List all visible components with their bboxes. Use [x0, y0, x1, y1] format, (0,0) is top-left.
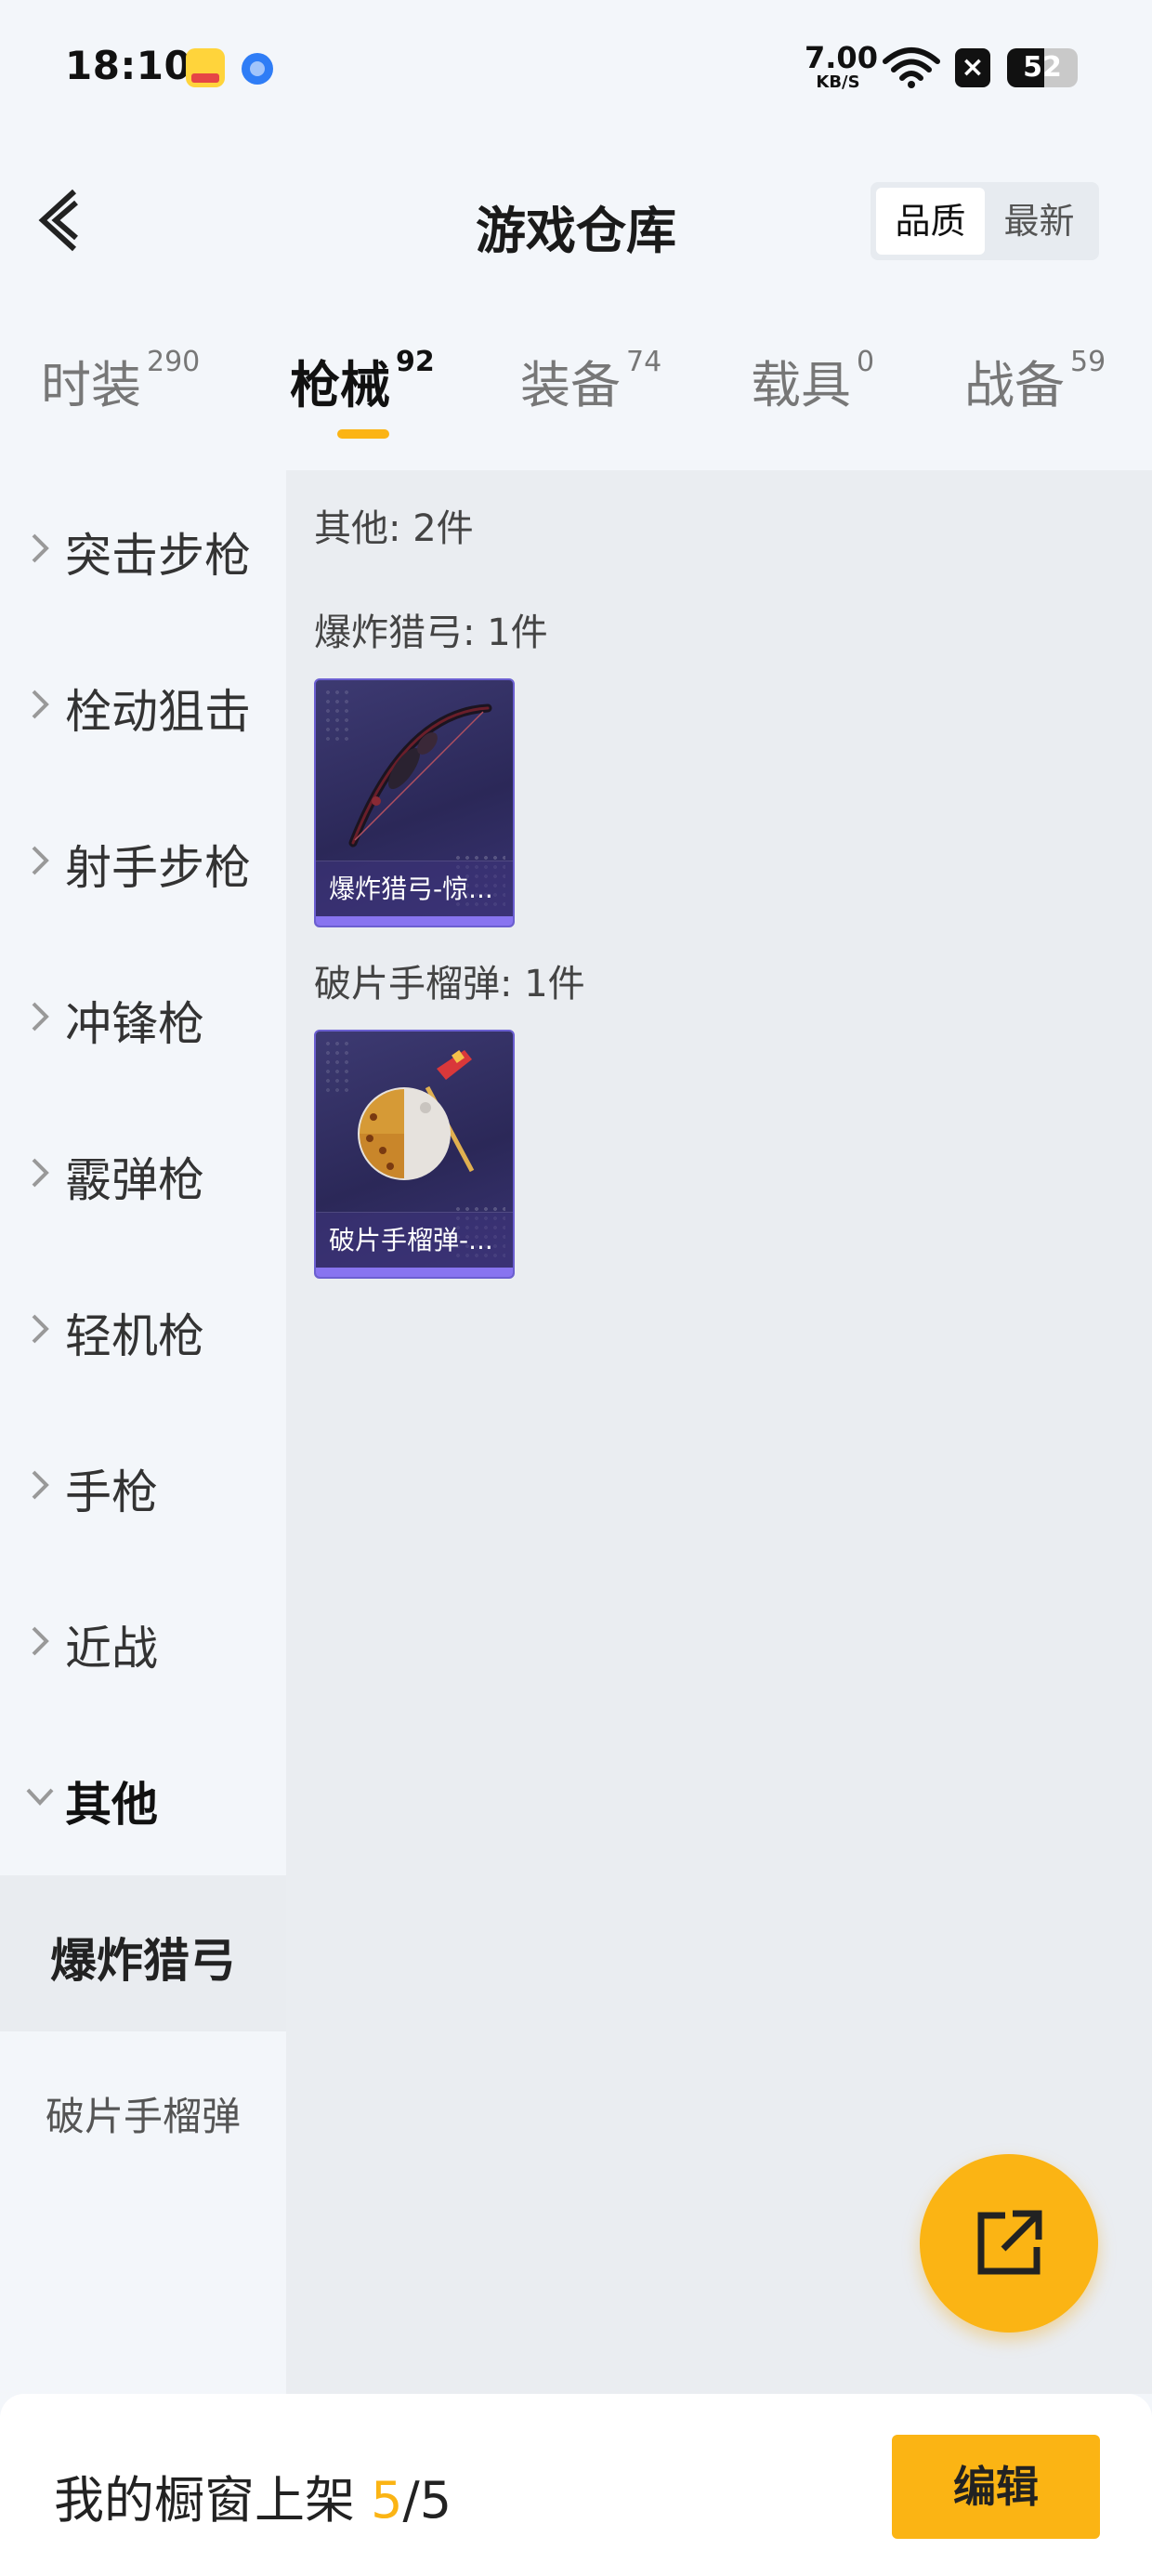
tab-fashion[interactable]: 时装 290 — [41, 344, 200, 437]
category-bolt-sniper[interactable]: 栓动狙击 — [0, 626, 286, 782]
category-shotgun[interactable]: 霰弹枪 — [0, 1095, 286, 1251]
quality-bar — [316, 1268, 513, 1277]
shelf-current-count: 5 — [371, 2471, 403, 2530]
category-other[interactable]: 其他 — [0, 1719, 286, 1875]
chevron-down-icon — [26, 1788, 54, 1806]
shelf-status: 我的橱窗上架 5/5 — [54, 2471, 452, 2530]
category-smg[interactable]: 冲锋枪 — [0, 939, 286, 1095]
group-title: 破片手榴弹: 1件 — [314, 963, 585, 1005]
item-name: 破片手榴弹-... — [316, 1212, 513, 1268]
tab-firearms[interactable]: 枪械 92 — [290, 344, 435, 437]
chevron-right-icon — [32, 846, 49, 875]
chevron-right-icon — [32, 1314, 49, 1344]
category-pistol[interactable]: 手枪 — [0, 1407, 286, 1563]
sort-toggle[interactable]: 品质 最新 — [871, 182, 1099, 260]
active-tab-indicator — [337, 429, 389, 439]
chevron-right-icon — [32, 1626, 49, 1656]
chevron-right-icon — [32, 690, 49, 719]
content-panel: 其他: 2件 爆炸猎弓: 1件 爆炸猎弓-惊... 破片手榴弹: 1件 破片手榴… — [286, 470, 1152, 2394]
tab-combat-supplies[interactable]: 战备 59 — [964, 344, 1106, 437]
shelf-total-count: 5 — [419, 2471, 452, 2530]
subcategory-frag-grenade[interactable]: 破片手榴弹 — [0, 2031, 286, 2188]
category-melee[interactable]: 近战 — [0, 1563, 286, 1719]
bottom-bar: 我的橱窗上架 5/5 编辑 — [0, 2394, 1152, 2576]
bow-icon — [348, 703, 492, 848]
share-button[interactable] — [920, 2154, 1098, 2333]
section-title: 其他: 2件 — [314, 507, 474, 550]
category-marksman-rifle[interactable]: 射手步枪 — [0, 782, 286, 939]
category-lmg[interactable]: 轻机枪 — [0, 1251, 286, 1407]
edit-button[interactable]: 编辑 — [892, 2435, 1100, 2539]
battery-icon: 52 — [1007, 48, 1078, 87]
quality-bar — [316, 916, 513, 926]
back-arrow-icon[interactable] — [35, 182, 87, 258]
item-name: 爆炸猎弓-惊... — [316, 861, 513, 916]
wifi-icon — [883, 47, 940, 88]
category-tabs: 时装 290 枪械 92 装备 74 载具 0 战备 59 — [0, 344, 1152, 446]
group-title: 爆炸猎弓: 1件 — [314, 611, 548, 654]
chevron-right-icon — [32, 1470, 49, 1500]
network-speed: 7.00 KB/S — [805, 40, 878, 92]
item-card[interactable]: 破片手榴弹-... — [314, 1030, 515, 1279]
grenade-icon — [358, 1050, 475, 1180]
sort-option-quality[interactable]: 品质 — [876, 188, 985, 255]
category-sidebar: 突击步枪 栓动狙击 射手步枪 冲锋枪 霰弹枪 轻机枪 手枪 近战 其他 爆炸猎弓… — [0, 470, 286, 2394]
tab-equipment[interactable]: 装备 74 — [520, 344, 661, 437]
category-assault-rifle[interactable]: 突击步枪 — [0, 470, 286, 626]
browser-icon — [242, 53, 273, 85]
status-bar: 18:10 7.00 KB/S × 52 — [0, 0, 1152, 139]
status-time: 18:10 — [65, 43, 192, 88]
share-icon — [977, 2210, 1042, 2275]
item-card[interactable]: 爆炸猎弓-惊... — [314, 678, 515, 927]
app-notification-icon — [186, 48, 225, 87]
subcategory-explosive-bow[interactable]: 爆炸猎弓 — [0, 1875, 286, 2031]
sort-option-newest[interactable]: 最新 — [985, 188, 1093, 255]
chevron-right-icon — [32, 533, 49, 563]
chevron-right-icon — [32, 1002, 49, 1032]
close-icon: × — [955, 48, 990, 87]
page-title: 游戏仓库 — [476, 202, 676, 260]
tab-vehicles[interactable]: 载具 0 — [751, 344, 874, 437]
chevron-right-icon — [32, 1158, 49, 1188]
